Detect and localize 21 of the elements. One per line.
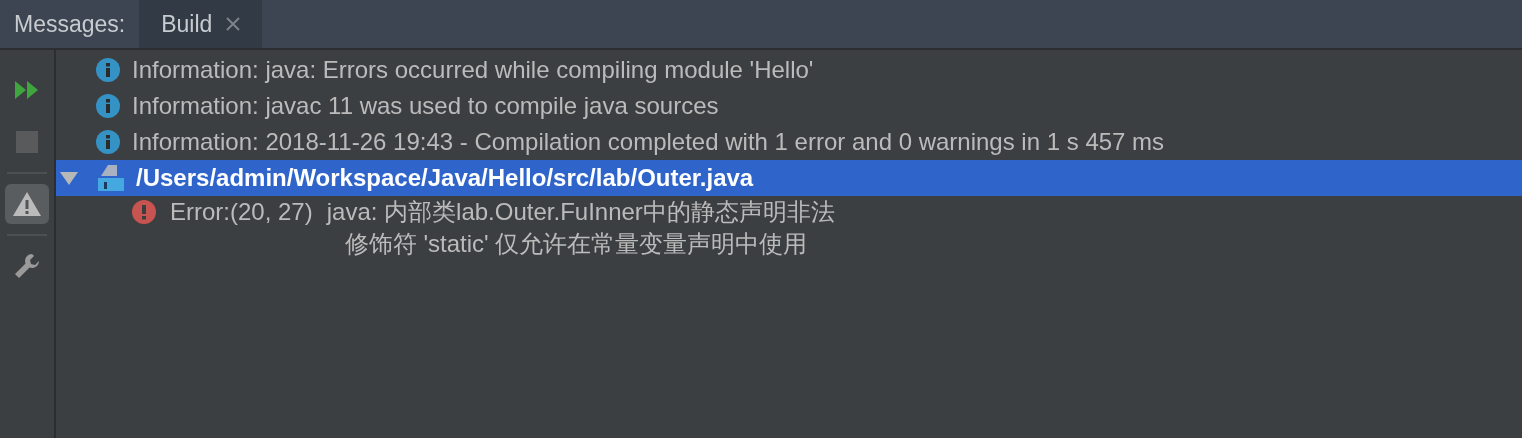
error-location: Error:(20, 27): [170, 197, 313, 227]
panel-label: Messages:: [13, 9, 127, 39]
wrench-icon: [13, 252, 41, 280]
stop-icon: [16, 131, 38, 153]
info-message: Information: java: Errors occurred while compiling module 'Hello': [132, 56, 814, 84]
warning-icon: [12, 191, 42, 217]
expand-arrow-icon[interactable]: [60, 171, 78, 185]
info-icon: [96, 94, 120, 118]
close-icon[interactable]: [226, 17, 241, 31]
error-message: java: 内部类lab.Outer.FuInner中的静态声明非法: [326, 197, 835, 227]
build-tab[interactable]: Build: [139, 0, 263, 48]
info-message: Information: 2018-11-26 19:43 - Compilation completed with 1 error and 0 warnings in 1 s 457 ms: [132, 128, 1165, 156]
info-message: Information: javac 11 was used to compile java sources: [132, 92, 719, 120]
warnings-button[interactable]: [5, 184, 49, 224]
file-row[interactable]: /Users/admin/Workspace/Java/Hello/src/lab/Outer.java: [56, 160, 1522, 196]
error-icon: [132, 200, 156, 224]
info-icon: [96, 130, 120, 154]
error-message: 修饰符 'static' 仅允许在常量变量声明中使用: [343, 229, 809, 259]
java-file-icon: [98, 164, 124, 192]
file-path: /Users/admin/Workspace/Java/Hello/src/lab/Outer.java: [136, 164, 754, 192]
info-icon: [96, 58, 120, 82]
